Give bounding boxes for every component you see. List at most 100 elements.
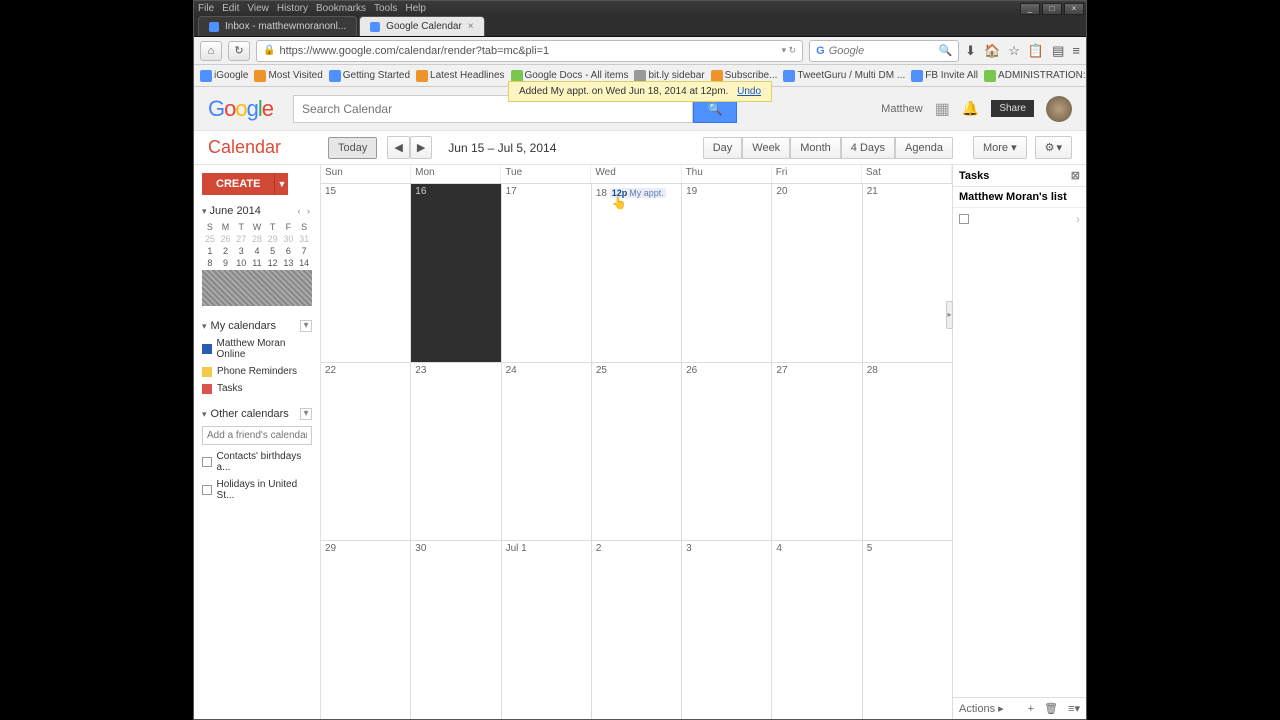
day-cell[interactable]: 29 xyxy=(321,541,411,719)
tasks-splitter-handle[interactable]: ▸ xyxy=(946,301,953,329)
day-cell[interactable]: 17 xyxy=(502,184,592,362)
today-button[interactable]: Today xyxy=(328,137,377,159)
day-cell[interactable]: 30 xyxy=(411,541,501,719)
google-logo[interactable]: Google xyxy=(208,96,273,122)
day-cell-today[interactable]: 16 xyxy=(411,184,501,362)
day-cell[interactable]: Jul 1 xyxy=(502,541,592,719)
calendar-item[interactable]: Phone Reminders xyxy=(202,366,312,377)
menu-view[interactable]: View xyxy=(247,3,269,14)
window-close-button[interactable]: × xyxy=(1064,3,1084,15)
view-month-button[interactable]: Month xyxy=(790,137,841,159)
notifications-icon[interactable]: 🔔 xyxy=(962,100,979,117)
bookmark-item[interactable]: TweetGuru / Multi DM ... xyxy=(783,70,905,82)
task-checkbox[interactable] xyxy=(959,214,969,224)
day-cell[interactable]: 22 xyxy=(321,363,411,541)
my-calendars-menu-icon[interactable]: ▾ xyxy=(300,320,312,332)
day-cell[interactable]: 26 xyxy=(682,363,772,541)
tasks-list-menu-icon[interactable]: ≡▾ xyxy=(1068,702,1080,715)
tabs-icon[interactable]: ▤ xyxy=(1052,43,1064,59)
day-cell[interactable]: 19 xyxy=(682,184,772,362)
day-cell[interactable]: 27 xyxy=(772,363,862,541)
hamburger-icon[interactable]: ≡ xyxy=(1072,43,1080,59)
tab-close-icon[interactable]: × xyxy=(468,21,474,32)
task-row[interactable]: › xyxy=(953,208,1086,230)
chevron-right-icon[interactable]: › xyxy=(1076,212,1080,226)
url-dropdown-icon[interactable]: ▾ ↻ xyxy=(782,45,797,56)
chevron-down-icon[interactable]: ▾ xyxy=(202,321,207,332)
calendar-item[interactable]: Holidays in United St... xyxy=(202,479,312,501)
view-agenda-button[interactable]: Agenda xyxy=(895,137,953,159)
chevron-down-icon[interactable]: ▾ xyxy=(202,206,207,217)
menu-bookmarks[interactable]: Bookmarks xyxy=(316,3,366,14)
create-dropdown-icon[interactable]: ▼ xyxy=(274,173,288,195)
search-icon[interactable]: 🔍 xyxy=(938,44,952,57)
home-button[interactable]: ⌂ xyxy=(200,41,222,61)
delete-task-icon[interactable]: 🗑 xyxy=(1044,702,1058,715)
mini-calendar[interactable]: SMTWTFS 25262728293031 1234567 891011121… xyxy=(202,221,312,306)
share-button[interactable]: Share xyxy=(991,100,1034,117)
downloads-icon[interactable]: ⬇ xyxy=(965,43,976,59)
day-cell[interactable]: 23 xyxy=(411,363,501,541)
day-cell[interactable]: 15 xyxy=(321,184,411,362)
calendar-item[interactable]: Tasks xyxy=(202,383,312,394)
view-week-button[interactable]: Week xyxy=(742,137,790,159)
bookmark-item[interactable]: FB Invite All xyxy=(911,70,978,82)
mini-prev-button[interactable]: ‹ xyxy=(297,206,302,216)
menu-help[interactable]: Help xyxy=(405,3,426,14)
window-maximize-button[interactable]: □ xyxy=(1042,3,1062,15)
user-name-label[interactable]: Matthew xyxy=(881,103,923,115)
calendar-event[interactable]: 12pMy appt. xyxy=(610,188,666,198)
menu-history[interactable]: History xyxy=(277,3,308,14)
bookmark-item[interactable]: bit.ly sidebar xyxy=(634,70,704,82)
prev-period-button[interactable]: ◀ xyxy=(387,136,409,159)
bookmark-item[interactable]: ADMINISTRATION: Ta... xyxy=(984,70,1086,82)
more-menu-button[interactable]: More ▾ xyxy=(973,136,1027,159)
day-cell[interactable]: 21 xyxy=(863,184,952,362)
window-minimize-button[interactable]: _ xyxy=(1020,3,1040,15)
calendar-item[interactable]: Matthew Moran Online xyxy=(202,338,312,360)
day-cell[interactable]: 20 xyxy=(772,184,862,362)
day-cell[interactable]: 2 xyxy=(592,541,682,719)
mini-next-button[interactable]: › xyxy=(307,206,312,216)
browser-tab-calendar[interactable]: Google Calendar × xyxy=(359,16,484,36)
tasks-actions-menu[interactable]: Actions ▸ xyxy=(959,702,1004,715)
next-period-button[interactable]: ▶ xyxy=(410,136,432,159)
toast-undo-link[interactable]: Undo xyxy=(737,86,761,97)
reload-button[interactable]: ↻ xyxy=(228,41,250,61)
bookmark-item[interactable]: Subscribe... xyxy=(711,70,778,82)
add-task-icon[interactable]: + xyxy=(1028,703,1034,715)
view-4days-button[interactable]: 4 Days xyxy=(841,137,895,159)
create-event-button[interactable]: CREATE ▼ xyxy=(202,173,312,195)
day-cell[interactable]: 5 xyxy=(863,541,952,719)
chevron-down-icon[interactable]: ▾ xyxy=(202,409,207,420)
user-avatar[interactable] xyxy=(1046,96,1072,122)
settings-gear-button[interactable]: ⚙ ▾ xyxy=(1035,136,1072,159)
day-cell[interactable]: 4 xyxy=(772,541,862,719)
menu-file[interactable]: File xyxy=(198,3,214,14)
browser-tab-inbox[interactable]: Inbox - matthewmoranonl... xyxy=(198,16,357,36)
day-cell[interactable]: 28 xyxy=(863,363,952,541)
urlfield[interactable]: 🔒 https://www.google.com/calendar/render… xyxy=(256,40,803,62)
day-cell[interactable]: 24 xyxy=(502,363,592,541)
tasks-list-name[interactable]: Matthew Moran's list xyxy=(953,187,1086,208)
day-cell[interactable]: 3 xyxy=(682,541,772,719)
day-cell[interactable]: 25 xyxy=(592,363,682,541)
tasks-close-icon[interactable]: ⊠ xyxy=(1071,169,1080,182)
browser-search-input[interactable]: G Google 🔍 xyxy=(809,40,959,62)
clipboard-icon[interactable]: 📋 xyxy=(1028,43,1044,59)
bookmark-item[interactable]: iGoogle xyxy=(200,70,248,82)
other-calendars-menu-icon[interactable]: ▾ xyxy=(300,408,312,420)
bookmark-item[interactable]: Getting Started xyxy=(329,70,410,82)
bookmark-item[interactable]: Latest Headlines xyxy=(416,70,505,82)
bookmark-item[interactable]: Most Visited xyxy=(254,70,322,82)
add-friend-calendar-input[interactable] xyxy=(202,426,312,445)
bookmark-item[interactable]: Google Docs - All items xyxy=(511,70,629,82)
star-icon[interactable]: ☆ xyxy=(1008,43,1020,59)
calendar-item[interactable]: Contacts' birthdays a... xyxy=(202,451,312,473)
menu-tools[interactable]: Tools xyxy=(374,3,397,14)
day-cell[interactable]: 18 12pMy appt. 👆 xyxy=(592,184,682,362)
home-icon[interactable]: 🏠 xyxy=(984,43,1000,59)
apps-grid-icon[interactable]: ▦ xyxy=(935,99,950,119)
view-day-button[interactable]: Day xyxy=(703,137,743,159)
menu-edit[interactable]: Edit xyxy=(222,3,239,14)
